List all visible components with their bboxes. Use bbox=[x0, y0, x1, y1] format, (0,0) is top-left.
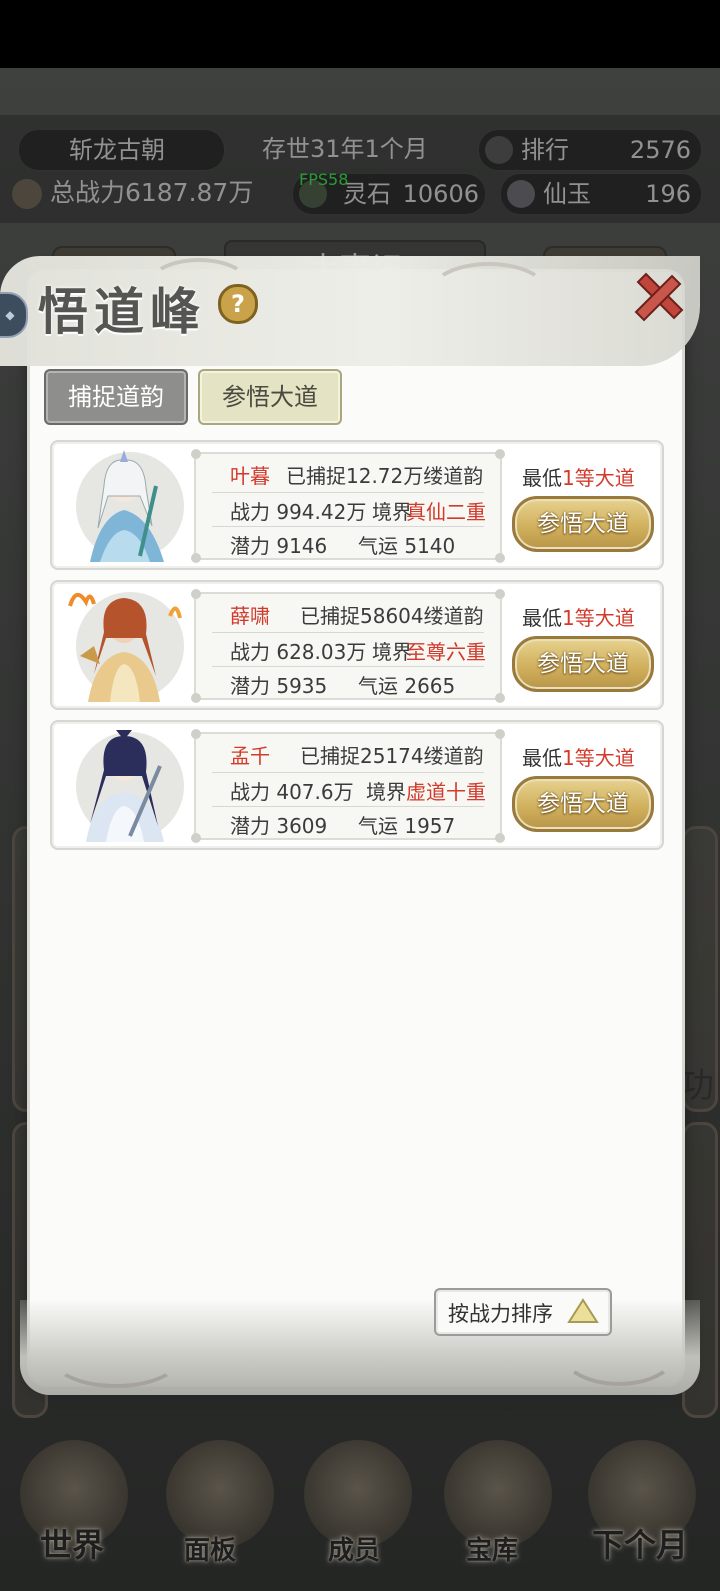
corner-ornament-icon bbox=[495, 729, 505, 739]
sort-by-power-button[interactable]: 按战力排序 bbox=[434, 1288, 612, 1336]
cloud-ornament-icon bbox=[52, 1330, 180, 1388]
potential-value: 潜力 5935 bbox=[230, 674, 328, 698]
divider bbox=[212, 492, 484, 493]
realm-value: 至尊六重 bbox=[406, 640, 486, 664]
realm-label: 境界 bbox=[366, 780, 406, 804]
min-requirement-prefix: 最低 bbox=[522, 746, 562, 770]
tab-capture-daoyun[interactable]: 捕捉道韵 bbox=[44, 369, 188, 425]
luck-value: 气运 2665 bbox=[358, 674, 456, 698]
min-requirement-value: 1等大道 bbox=[562, 746, 635, 770]
disciple-name: 叶暮 bbox=[230, 464, 270, 488]
cloud-ornament-icon bbox=[430, 262, 548, 320]
corner-ornament-icon bbox=[191, 449, 201, 459]
corner-ornament-icon bbox=[191, 589, 201, 599]
corner-ornament-icon bbox=[495, 589, 505, 599]
disciple-name: 孟千 bbox=[230, 744, 270, 768]
disciple-card: 叶暮 已捕捉12.72万缕道韵 战力 994.42万 境界 真仙二重 潜力 91… bbox=[50, 440, 664, 570]
captured-daoyun: 已捕捉58604缕道韵 bbox=[300, 604, 484, 628]
min-requirement-value: 1等大道 bbox=[562, 606, 635, 630]
captured-daoyun: 已捕捉12.72万缕道韵 bbox=[286, 464, 484, 488]
realm-value: 虚道十重 bbox=[406, 780, 486, 804]
min-requirement: 最低1等大道 bbox=[522, 602, 635, 631]
disciple-portrait-icon bbox=[76, 450, 184, 562]
divider bbox=[212, 632, 484, 633]
min-requirement-value: 1等大道 bbox=[562, 466, 635, 490]
corner-ornament-icon bbox=[191, 833, 201, 843]
disciple-info: 孟千 已捕捉25174缕道韵 战力 407.6万 境界 虚道十重 潜力 3609… bbox=[191, 729, 505, 843]
disciple-portrait-icon bbox=[68, 592, 184, 702]
corner-ornament-icon bbox=[495, 553, 505, 563]
divider bbox=[212, 772, 484, 773]
sort-label: 按战力排序 bbox=[448, 1302, 553, 1326]
captured-daoyun: 已捕捉25174缕道韵 bbox=[300, 744, 484, 768]
luck-value: 气运 1957 bbox=[358, 814, 456, 838]
potential-value: 潜力 3609 bbox=[230, 814, 328, 838]
corner-ornament-icon bbox=[495, 693, 505, 703]
status-bar bbox=[0, 0, 720, 68]
close-icon[interactable] bbox=[630, 268, 688, 326]
comprehend-dao-button[interactable]: 参悟大道 bbox=[512, 776, 654, 832]
power-value: 战力 994.42万 bbox=[230, 500, 367, 524]
comprehend-dao-button[interactable]: 参悟大道 bbox=[512, 636, 654, 692]
min-requirement: 最低1等大道 bbox=[522, 742, 635, 771]
help-icon[interactable]: ? bbox=[218, 284, 258, 324]
power-value: 战力 407.6万 bbox=[230, 780, 354, 804]
disciple-portrait-icon bbox=[76, 730, 184, 842]
disciple-card: 孟千 已捕捉25174缕道韵 战力 407.6万 境界 虚道十重 潜力 3609… bbox=[50, 720, 664, 850]
min-requirement-prefix: 最低 bbox=[522, 606, 562, 630]
divider bbox=[212, 806, 484, 807]
luck-value: 气运 5140 bbox=[358, 534, 456, 558]
comprehend-dao-button[interactable]: 参悟大道 bbox=[512, 496, 654, 552]
min-requirement-prefix: 最低 bbox=[522, 466, 562, 490]
power-value: 战力 628.03万 bbox=[230, 640, 367, 664]
realm-value: 真仙二重 bbox=[406, 500, 486, 524]
corner-ornament-icon bbox=[191, 693, 201, 703]
corner-ornament-icon bbox=[495, 449, 505, 459]
corner-ornament-icon bbox=[495, 833, 505, 843]
disciple-info: 叶暮 已捕捉12.72万缕道韵 战力 994.42万 境界 真仙二重 潜力 91… bbox=[191, 449, 505, 563]
divider bbox=[212, 666, 484, 667]
corner-ornament-icon bbox=[191, 553, 201, 563]
disciple-info: 薛啸 已捕捉58604缕道韵 战力 628.03万 境界 至尊六重 潜力 593… bbox=[191, 589, 505, 703]
disciple-card: 薛啸 已捕捉58604缕道韵 战力 628.03万 境界 至尊六重 潜力 593… bbox=[50, 580, 664, 710]
modal-title: 悟道峰 bbox=[38, 282, 206, 341]
tab-comprehend-dao[interactable]: 参悟大道 bbox=[198, 369, 342, 425]
divider bbox=[212, 526, 484, 527]
disciple-name: 薛啸 bbox=[230, 604, 270, 628]
potential-value: 潜力 9146 bbox=[230, 534, 328, 558]
corner-ornament-icon bbox=[191, 729, 201, 739]
sort-triangle-icon bbox=[567, 1298, 599, 1323]
min-requirement: 最低1等大道 bbox=[522, 462, 635, 491]
